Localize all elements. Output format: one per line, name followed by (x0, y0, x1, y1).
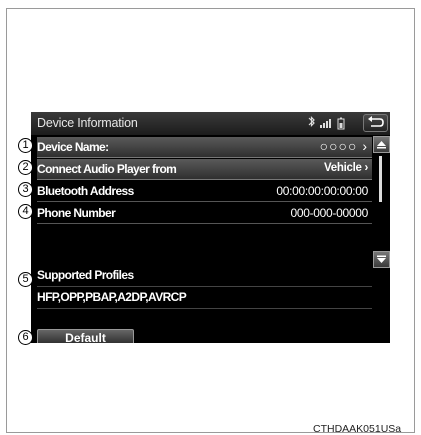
device-name-label: Device Name: (37, 140, 109, 154)
connect-audio-player-row[interactable]: Connect Audio Player from Vehicle › (37, 159, 372, 180)
supported-profiles-value: HFP,OPP,PBAP,A2DP,AVRCP (37, 290, 187, 304)
scrollbar-thumb[interactable] (379, 156, 382, 202)
back-arrow-icon (368, 116, 384, 127)
supported-profiles-label: Supported Profiles (37, 268, 134, 282)
phone-number-value: 000-000-00000 (290, 206, 368, 220)
arrow-down-icon (377, 255, 386, 263)
connect-audio-player-label: Connect Audio Player from (37, 162, 177, 176)
connect-audio-player-value: Vehicle › (324, 162, 368, 174)
figure-caption: CTHDAAK051USa (313, 423, 402, 435)
callout-3: 3 (18, 182, 33, 197)
callout-6: 6 (18, 330, 33, 345)
divider (37, 308, 372, 309)
default-button[interactable]: Default (37, 329, 134, 343)
arrow-up-icon (377, 141, 386, 149)
back-button[interactable] (363, 114, 388, 132)
phone-number-label: Phone Number (37, 206, 116, 220)
bluetooth-address-row: Bluetooth Address 00:00:00:00:00:00 (37, 181, 372, 202)
signal-bars-icon (320, 119, 331, 128)
status-icons (308, 116, 345, 130)
bluetooth-icon (308, 116, 315, 127)
device-name-row[interactable]: Device Name: ○○○○ › (37, 137, 372, 158)
callout-2: 2 (18, 160, 33, 175)
battery-icon (337, 117, 345, 130)
scroll-down-button[interactable] (373, 251, 390, 268)
scroll-up-button[interactable] (373, 136, 390, 153)
bluetooth-address-label: Bluetooth Address (37, 184, 134, 198)
divider (37, 286, 372, 287)
bluetooth-address-value: 00:00:00:00:00:00 (276, 184, 368, 198)
device-name-value: ○○○○ › (319, 138, 368, 154)
phone-number-row: Phone Number 000-000-00000 (37, 203, 372, 224)
callout-5: 5 (18, 272, 33, 287)
scrollbar[interactable] (373, 136, 390, 268)
callout-1: 1 (18, 138, 33, 153)
page-title: Device Information (37, 116, 138, 130)
default-button-label: Default (65, 331, 106, 343)
callout-4: 4 (18, 204, 33, 219)
header-bar: Device Information (31, 112, 390, 135)
device-information-screen: Device Information Device Name: ○○○○ › C… (31, 112, 390, 343)
